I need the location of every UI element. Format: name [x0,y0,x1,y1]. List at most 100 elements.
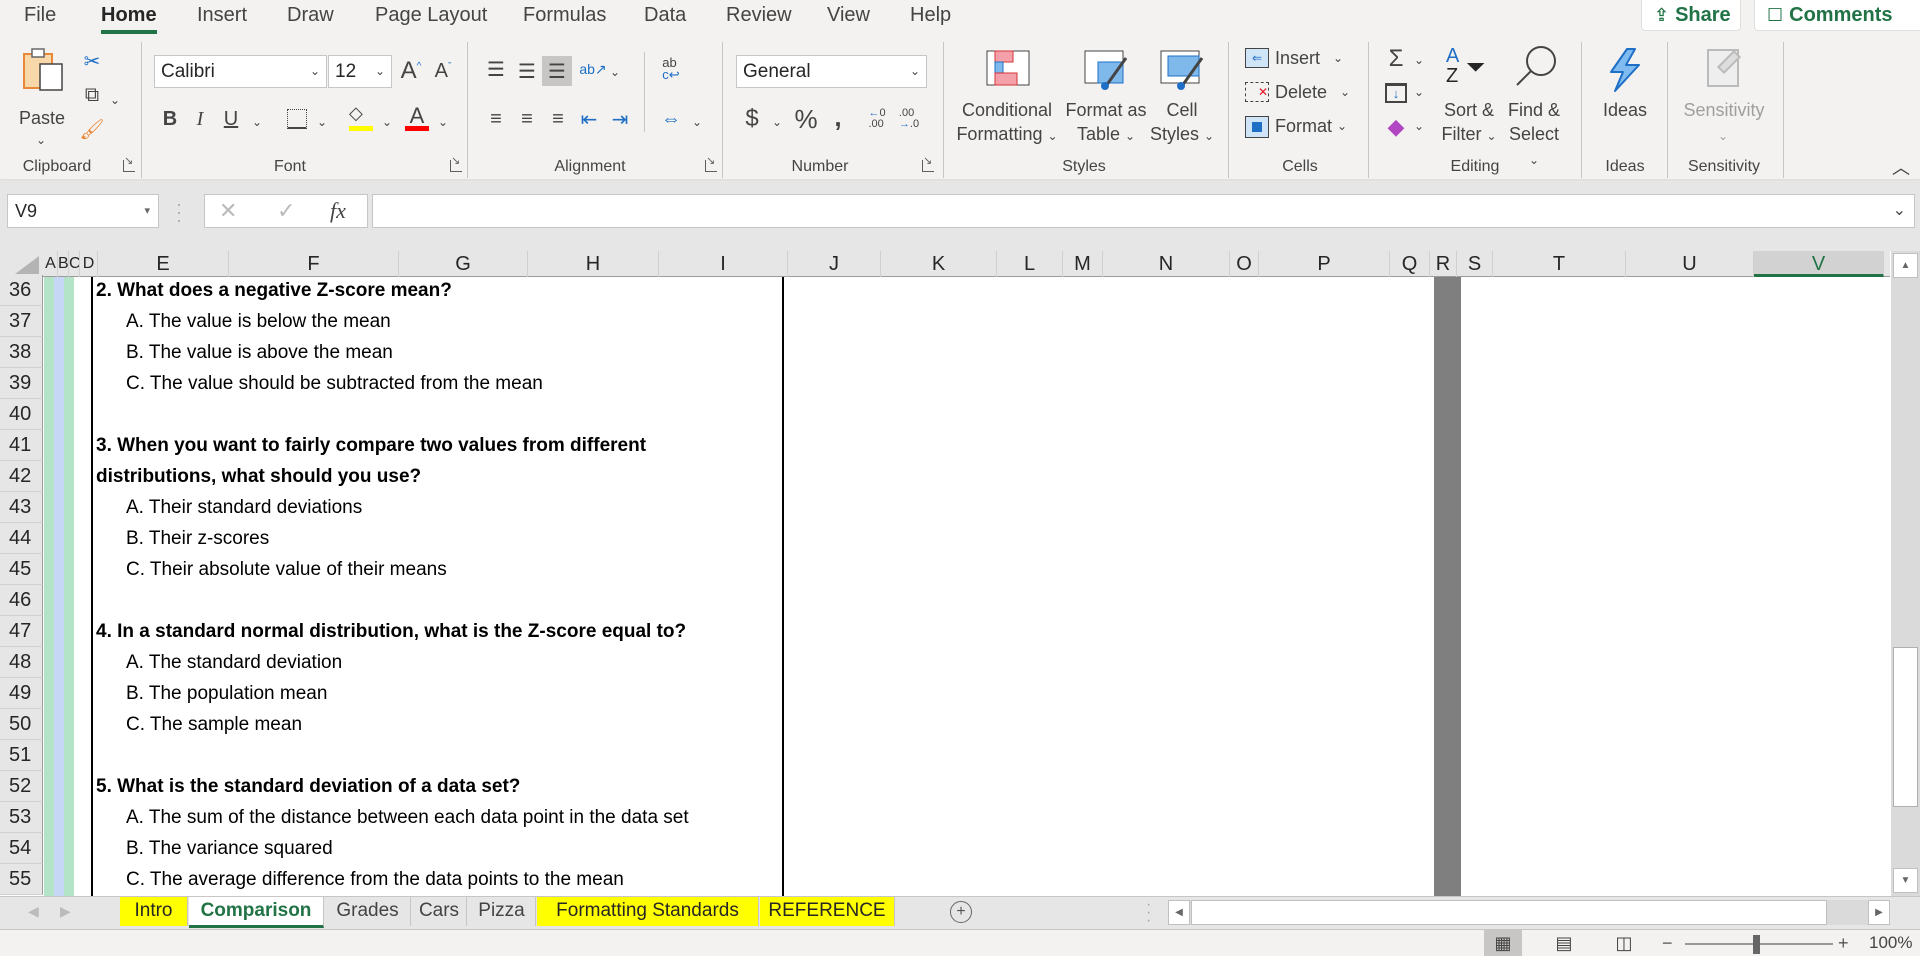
zoom-slider-thumb[interactable] [1753,935,1760,954]
row-header[interactable]: 48 [0,647,43,678]
conditional-formatting-button[interactable]: Conditional Formatting ⌄ [952,42,1062,152]
dialog-launcher-icon[interactable] [705,154,717,172]
row-header[interactable]: 47 [0,616,43,647]
column-header-g[interactable]: G [399,251,528,277]
select-all-button[interactable] [0,251,43,277]
column-header-o[interactable]: O [1230,251,1259,277]
align-bottom-button[interactable]: ☰ [542,56,572,86]
tab-formulas[interactable]: Formulas [523,4,606,27]
row-header[interactable]: 40 [0,399,43,430]
dialog-launcher-icon[interactable] [922,154,934,172]
ideas-button[interactable]: Ideas [1590,44,1660,144]
vertical-scroll-thumb[interactable] [1893,647,1918,807]
chevron-down-icon[interactable]: ⌄ [438,110,448,134]
shrink-font-button[interactable]: Aˇ [428,56,458,86]
sheet-tab-pizza[interactable]: Pizza [468,897,536,926]
number-format-combo[interactable]: General ⌄ [736,55,927,88]
merge-center-button[interactable]: ⇔ [656,104,686,134]
row-header[interactable]: 37 [0,306,43,337]
currency-button[interactable]: $ [737,104,767,134]
formula-input[interactable]: ⌄ [372,194,1915,228]
tab-insert[interactable]: Insert [197,4,247,27]
comments-button[interactable]: ☐ Comments [1754,0,1920,31]
question-cell[interactable]: 2. What does a negative Z-score mean? [96,275,452,306]
increase-indent-button[interactable]: ⇥ [605,104,635,134]
fill-button[interactable]: ↓ [1381,78,1411,108]
wrap-text-button[interactable]: ab c↩ [656,54,686,84]
question-cell[interactable]: distributions, what should you use? [96,461,421,492]
scroll-up-icon[interactable]: ▲ [1893,253,1918,278]
row-header[interactable]: 46 [0,585,43,616]
font-name-combo[interactable]: Calibri ⌄ [154,55,327,88]
column-header-p[interactable]: P [1259,251,1390,277]
row-header[interactable]: 53 [0,802,43,833]
column-header-m[interactable]: M [1063,251,1103,277]
sheet-tab-grades[interactable]: Grades [325,897,411,926]
column-header-r[interactable]: R [1430,251,1457,277]
chevron-down-icon[interactable]: ⌄ [1414,80,1424,104]
chevron-down-icon[interactable]: ▾ [144,195,150,227]
resize-handle-icon[interactable]: · · · [176,195,182,229]
expand-formula-icon[interactable]: ⌄ [1893,200,1906,220]
column-header-j[interactable]: J [788,251,881,277]
insert-cells-button[interactable]: ⇐ Insert ⌄ [1245,46,1355,74]
align-middle-button[interactable]: ☰ [512,56,542,86]
scroll-left-icon[interactable]: ◀ [1168,900,1190,925]
horizontal-scrollbar[interactable]: ◀ ▶ [1168,900,1890,925]
answer-cell[interactable]: B. The value is above the mean [126,337,393,368]
tab-data[interactable]: Data [644,4,686,27]
tab-draw[interactable]: Draw [287,4,334,27]
row-header[interactable]: 36 [0,275,43,306]
sheet-tab-comparison[interactable]: Comparison [189,897,324,928]
font-color-button[interactable]: A [402,102,432,132]
zoom-level[interactable]: 100% [1869,930,1912,956]
decrease-indent-button[interactable]: ⇤ [574,104,604,134]
add-sheet-button[interactable]: + [950,901,972,923]
paste-button[interactable]: Paste ⌄ [18,46,66,147]
align-right-button[interactable]: ≡ [543,104,573,134]
zoom-in-button[interactable]: + [1838,930,1849,956]
column-header-f[interactable]: F [229,251,399,277]
sheet-tab-intro[interactable]: Intro [120,897,188,926]
sheet-tab-reference[interactable]: REFERENCE [760,897,895,926]
row-header[interactable]: 50 [0,709,43,740]
answer-cell[interactable]: A. The value is below the mean [126,306,391,337]
tab-home[interactable]: Home [101,4,157,34]
column-header-k[interactable]: K [881,251,997,277]
row-header[interactable]: 55 [0,864,43,895]
column-header-n[interactable]: N [1103,251,1230,277]
zoom-out-button[interactable]: − [1662,930,1673,956]
align-top-button[interactable]: ☰ [481,54,511,84]
grow-font-button[interactable]: A^ [396,56,426,86]
spreadsheet-grid[interactable]: ABCDEFGHIJKLMNOPQRSTUV 36 2. What does a … [0,251,1920,896]
cancel-icon[interactable]: ✕ [219,198,237,224]
column-header-d[interactable]: D [80,251,98,277]
scroll-right-icon[interactable]: ▶ [1868,900,1890,925]
row-header[interactable]: 52 [0,771,43,802]
question-cell[interactable]: 3. When you want to fairly compare two v… [96,430,646,461]
font-size-combo[interactable]: 12 ⌄ [328,55,392,88]
previous-sheet-icon[interactable]: ◀ [28,903,39,920]
answer-cell[interactable]: A. The standard deviation [126,647,342,678]
column-header-c[interactable]: C [69,251,80,277]
normal-view-button[interactable]: ▦ [1484,930,1522,956]
cut-button[interactable]: ✂ [77,46,107,76]
answer-cell[interactable]: C. The value should be subtracted from t… [126,368,543,399]
row-header[interactable]: 44 [0,523,43,554]
insert-function-icon[interactable]: fx [330,198,346,224]
answer-cell[interactable]: C. The average difference from the data … [126,864,624,895]
name-box[interactable]: V9 ▾ [7,194,159,228]
chevron-down-icon[interactable]: ⌄ [772,110,782,134]
row-header[interactable]: 41 [0,430,43,461]
dialog-launcher-icon[interactable] [123,154,135,172]
answer-cell[interactable]: C. The sample mean [126,709,302,740]
row-header[interactable]: 38 [0,337,43,368]
collapse-ribbon-icon[interactable]: ︿ [1892,154,1910,180]
column-header-t[interactable]: T [1493,251,1626,277]
column-header-h[interactable]: H [528,251,659,277]
sheet-tab-cars[interactable]: Cars [412,897,467,926]
row-header[interactable]: 45 [0,554,43,585]
row-header[interactable]: 49 [0,678,43,709]
cell-styles-button[interactable]: Cell Styles ⌄ [1148,42,1216,152]
fill-color-button[interactable]: ◇ [346,102,376,132]
